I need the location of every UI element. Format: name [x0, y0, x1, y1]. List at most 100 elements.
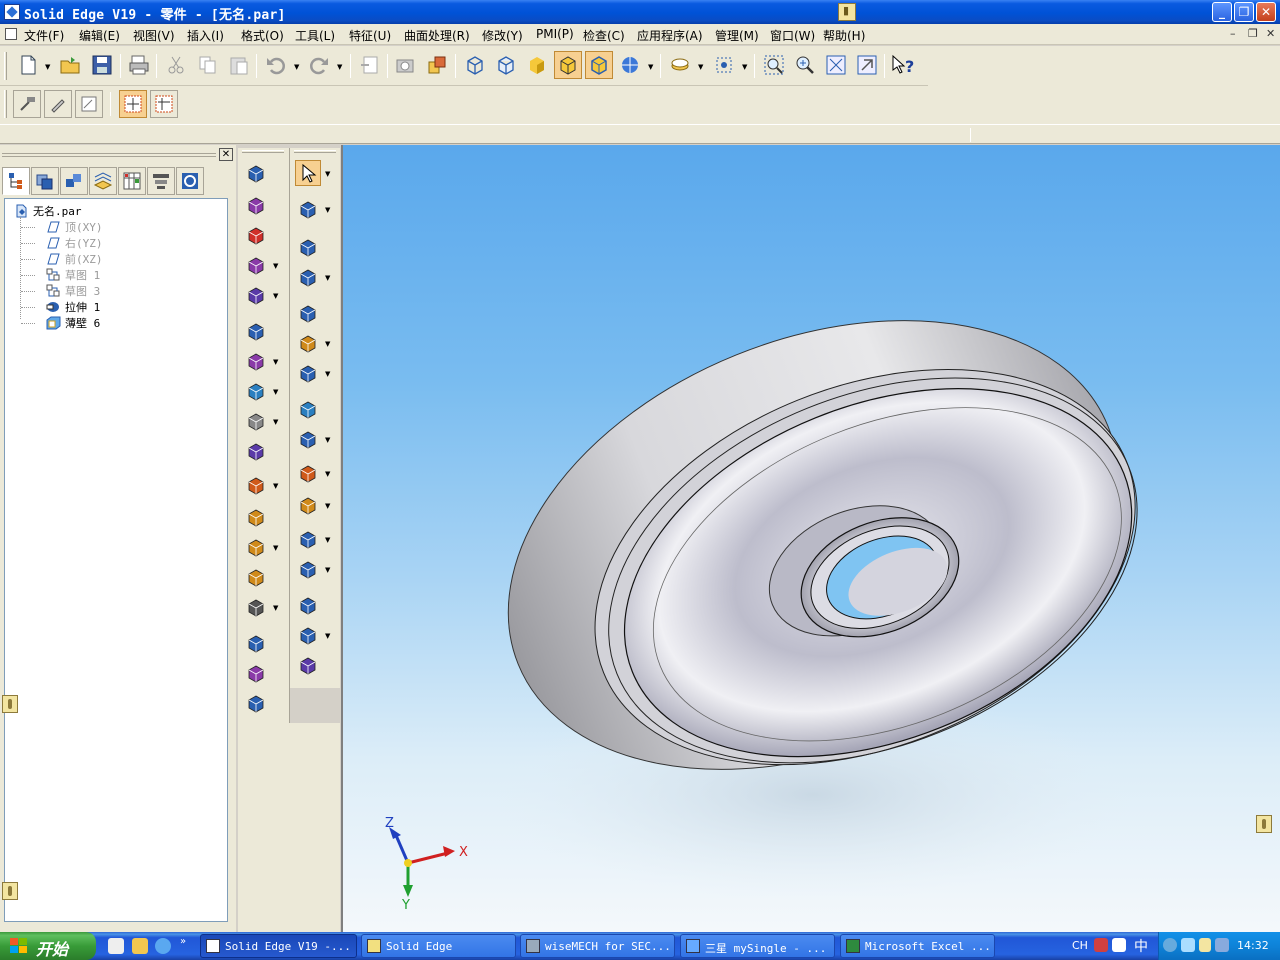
shaded-button[interactable] [523, 51, 551, 79]
tree-item-extrude-1[interactable]: 拉伸 1 [45, 299, 100, 315]
menu-tools[interactable]: 工具(L) [295, 27, 335, 44]
tray-app-icon[interactable] [1199, 938, 1211, 952]
tool-dropdown-arrow[interactable]: ▼ [325, 436, 330, 444]
doc-minimize-button[interactable]: – [1230, 27, 1236, 40]
undo-dropdown-arrow[interactable]: ▼ [294, 63, 299, 71]
vent-tool-button[interactable] [243, 630, 269, 656]
close-button[interactable]: ✕ [1256, 2, 1276, 22]
part-environment-button[interactable] [13, 90, 41, 118]
tool-dropdown-arrow[interactable]: ▼ [273, 262, 278, 270]
menu-inspect[interactable]: 检查(C) [583, 27, 625, 44]
tree-item-sketch-1[interactable]: 草图 1 [45, 267, 100, 283]
tool-dropdown-arrow[interactable]: ▼ [273, 358, 278, 366]
tray-expand-icon[interactable] [1163, 938, 1177, 952]
ime-options-icon[interactable] [1112, 938, 1126, 952]
shaded-visible-edges-button[interactable] [554, 51, 582, 79]
menu-feature[interactable]: 特征(U) [349, 27, 391, 44]
quicklaunch-expand-icon[interactable]: » [180, 936, 186, 947]
open-button[interactable] [56, 51, 84, 79]
task-mysingle[interactable]: 三星 mySingle - ... [680, 934, 835, 958]
tool-dropdown-arrow[interactable]: ▼ [325, 340, 330, 348]
undo-button[interactable] [262, 51, 290, 79]
tool-dropdown-arrow[interactable]: ▼ [273, 604, 278, 612]
save-button[interactable] [88, 51, 116, 79]
tool-dropdown-arrow[interactable]: ▼ [325, 470, 330, 478]
view-styles-button[interactable] [616, 51, 644, 79]
menu-view[interactable]: 视图(V) [133, 27, 175, 44]
menu-help[interactable]: 帮助(H) [823, 27, 865, 44]
redo-dropdown-arrow[interactable]: ▼ [337, 63, 342, 71]
select-grid-button[interactable] [119, 90, 147, 118]
task-solid-edge[interactable]: Solid Edge [361, 934, 516, 958]
reference-plane-button[interactable] [295, 622, 321, 648]
explorer-quicklaunch-icon[interactable] [132, 938, 148, 954]
tool-dropdown-arrow[interactable]: ▼ [325, 536, 330, 544]
tool-dropdown-arrow[interactable]: ▼ [273, 418, 278, 426]
coordinate-system-button[interactable] [295, 592, 321, 618]
render-button[interactable] [391, 51, 419, 79]
pattern-tool-button[interactable] [243, 472, 269, 498]
restore-button[interactable]: ❐ [1234, 2, 1254, 22]
tree-item-sketch-3[interactable]: 草图 3 [45, 283, 100, 299]
shell-tool-button[interactable] [243, 438, 269, 464]
cut-button[interactable] [162, 51, 190, 79]
tool-dropdown-arrow[interactable]: ▼ [273, 482, 278, 490]
layers-dropdown-arrow[interactable]: ▼ [698, 63, 703, 71]
right-dock-tab[interactable] [1256, 815, 1272, 833]
tool-dropdown-arrow[interactable]: ▼ [325, 206, 330, 214]
add-body-button[interactable] [295, 556, 321, 582]
tool-dropdown-arrow[interactable]: ▼ [325, 170, 330, 178]
left-dock-tab[interactable] [2, 695, 18, 713]
loft-tool-button[interactable] [243, 192, 269, 218]
tab-feature-library[interactable] [60, 167, 88, 195]
web-tool-button[interactable] [243, 594, 269, 620]
media-player-quicklaunch-icon[interactable] [108, 938, 124, 954]
hidden-edges-button[interactable] [492, 51, 520, 79]
volume-tray-icon[interactable] [1215, 938, 1229, 952]
sketch-environment-button[interactable] [44, 90, 72, 118]
draft-environment-button[interactable] [75, 90, 103, 118]
draft-tool-button[interactable] [243, 378, 269, 404]
pane-grip[interactable] [2, 153, 216, 157]
round-tool-button[interactable] [243, 318, 269, 344]
split-tool-button[interactable] [295, 526, 321, 552]
3d-viewport[interactable]: Z X Y [341, 145, 1280, 932]
tool-dropdown-arrow[interactable]: ▼ [325, 566, 330, 574]
tab-simplify[interactable] [147, 167, 175, 195]
redo-button[interactable] [305, 51, 333, 79]
lip-tool-button[interactable] [243, 564, 269, 590]
menu-manage[interactable]: 管理(M) [715, 27, 759, 44]
ie-quicklaunch-icon[interactable] [155, 938, 171, 954]
sweep-tool-button[interactable] [243, 222, 269, 248]
hole-tool-button[interactable] [243, 282, 269, 308]
tab-design-intent[interactable] [176, 167, 204, 195]
layers-button[interactable] [666, 51, 694, 79]
hole-feature-button[interactable] [295, 330, 321, 356]
ime-mode[interactable]: 中 [1134, 936, 1148, 956]
tree-item-top-plane[interactable]: 顶(XY) [45, 219, 103, 235]
tree-item-front-plane[interactable]: 前(XZ) [45, 251, 103, 267]
tool-dropdown-arrow[interactable]: ▼ [273, 544, 278, 552]
view-styles-dropdown-arrow[interactable]: ▼ [648, 63, 653, 71]
task-solid-edge-part[interactable]: Solid Edge V19 -... [200, 934, 357, 958]
menu-pmi[interactable]: PMI(P) [536, 27, 574, 41]
menu-window[interactable]: 窗口(W) [770, 27, 815, 44]
network-tray-icon[interactable] [1181, 938, 1195, 952]
tab-sensors[interactable] [89, 167, 117, 195]
menu-edit[interactable]: 编辑(E) [79, 27, 120, 44]
ime-language[interactable]: CH [1072, 939, 1088, 952]
cutout-tool-button[interactable] [295, 360, 321, 386]
menu-surfacing[interactable]: 曲面处理(R) [404, 27, 470, 44]
menu-insert[interactable]: 插入(I) [187, 27, 224, 44]
start-button[interactable]: 开始 [0, 932, 96, 960]
ime-keyboard-icon[interactable] [1094, 938, 1108, 952]
toolbar-grip[interactable] [294, 150, 336, 153]
chamfer-tool-button[interactable] [243, 348, 269, 374]
tool-dropdown-arrow[interactable]: ▼ [325, 502, 330, 510]
mirror-feature-button[interactable] [295, 492, 321, 518]
new-file-button[interactable] [14, 51, 42, 79]
tab-layers[interactable] [31, 167, 59, 195]
select-view-dropdown-arrow[interactable]: ▼ [742, 63, 747, 71]
copy-button[interactable] [194, 51, 222, 79]
menu-modify[interactable]: 修改(Y) [482, 27, 523, 44]
